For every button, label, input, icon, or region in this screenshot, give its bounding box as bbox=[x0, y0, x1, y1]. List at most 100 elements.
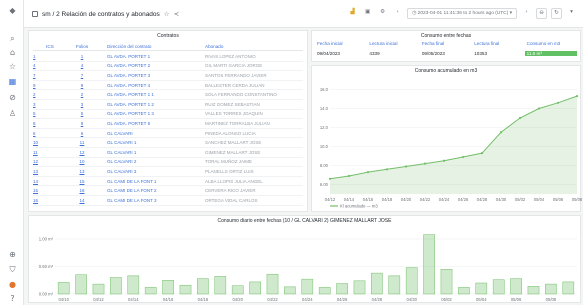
cell-sel[interactable]: 13 bbox=[33, 169, 43, 174]
chart-add-icon[interactable]: ▟ bbox=[347, 8, 359, 19]
col-direccion[interactable]: Dirección del contrato bbox=[107, 44, 205, 49]
cell-folio[interactable]: 3 bbox=[57, 102, 107, 107]
search-icon[interactable]: ⌕ bbox=[8, 34, 17, 43]
cell-direccion[interactable]: GL AVDA. PORTET 5 bbox=[107, 121, 205, 126]
data-point bbox=[328, 177, 332, 180]
cell-folio[interactable]: 8 bbox=[57, 121, 107, 126]
save-icon[interactable]: ▣ bbox=[362, 8, 374, 19]
cell-direccion[interactable]: GL CALVARI 2 bbox=[107, 159, 205, 164]
time-range-picker[interactable]: ◷ 2023-04-01 11:41:36 to 2 hours ago (UT… bbox=[407, 8, 517, 19]
cell-direccion[interactable]: GL CALVARI 1 bbox=[107, 150, 205, 155]
table-row[interactable]: 14 15 GL CAMI DE LA FONT 1 ALBA LLOPIS JULI… bbox=[33, 177, 303, 187]
cell-direccion[interactable]: GL AVDA. PORTET 4 bbox=[107, 83, 205, 88]
table-row[interactable]: 7 7 GL AVDA. PORTET 3 SANTOS FERRANDO JAVIE… bbox=[33, 71, 303, 81]
table-row[interactable]: 10 11 GL CALVARI 1 SANCHEZ MALLART JOSE bbox=[33, 138, 303, 148]
table-row[interactable]: 13 13 GL CALVARI 3 PLANELLS ORTIZ LUIS bbox=[33, 167, 303, 177]
grafana-logo-icon[interactable]: ◆ bbox=[8, 6, 17, 15]
cell-sel[interactable]: 9 bbox=[33, 83, 43, 88]
refresh-icon[interactable]: ↻ bbox=[551, 8, 562, 19]
table-row[interactable]: 2 2 GL AVDA. PORTET 1 1 SOLA FERRANDO CONST… bbox=[33, 90, 303, 100]
chevron-down-icon[interactable]: ▾ bbox=[566, 8, 577, 19]
cell-direccion[interactable]: GL AVDA. PORTET 1 2 bbox=[107, 102, 205, 107]
cell-folio[interactable]: 16 bbox=[57, 188, 107, 193]
cell-direccion[interactable]: GL AVDA. PORTET 1 bbox=[107, 54, 205, 59]
cell-folio[interactable]: 15 bbox=[57, 179, 107, 184]
cell-direccion[interactable]: GL AVDA. PORTET 1 3 bbox=[107, 111, 205, 116]
cell-sel[interactable]: 14 bbox=[33, 179, 43, 184]
table-row[interactable]: 12 10 GL CALVARI 2 TORAL MUÑOZ JAIME bbox=[33, 158, 303, 168]
dashboards-icon[interactable]: ▦ bbox=[8, 77, 17, 86]
cell-sel[interactable]: 11 bbox=[33, 150, 43, 155]
table-row[interactable]: 11 12 GL CALVARI 1 GIMENEZ MALLART JOSE bbox=[33, 148, 303, 158]
cell-direccion[interactable]: GL CALVARI 3 bbox=[107, 169, 205, 174]
dashboard-title[interactable]: sm / 2 Relación de contratos y abonados bbox=[42, 11, 160, 18]
x-tick-label: 05/08 bbox=[572, 197, 582, 202]
cell-sel[interactable]: 15 bbox=[33, 188, 43, 193]
share-icon[interactable]: ≺ bbox=[174, 10, 179, 18]
x-tick-label: 05/06 bbox=[553, 197, 564, 202]
cell-folio[interactable]: 1 bbox=[57, 54, 107, 59]
data-point bbox=[442, 159, 446, 162]
table-row[interactable]: 15 16 GL CAMI DE LA FONT 2 CERVERA RICO JAV… bbox=[33, 186, 303, 196]
cell-sel[interactable]: 3 bbox=[33, 102, 43, 107]
cell-direccion[interactable]: GL CAMI DE LA FONT 1 bbox=[107, 179, 205, 184]
plus-icon[interactable]: ⊕ bbox=[8, 250, 17, 259]
zoom-out-icon[interactable]: ⊖ bbox=[536, 8, 547, 19]
cell-folio[interactable]: 6 bbox=[57, 131, 107, 136]
table-row[interactable]: 4 4 GL AVDA. PORTET 2 GIL MARTI GARCIA JORG… bbox=[33, 62, 303, 72]
cell-sel[interactable]: 2 bbox=[33, 92, 43, 97]
cell-direccion[interactable]: GL AVDA. PORTET 1 1 bbox=[107, 92, 205, 97]
cell-folio[interactable]: 13 bbox=[57, 169, 107, 174]
cell-direccion[interactable]: GL CALVARI 1 bbox=[107, 140, 205, 145]
table-row[interactable]: 5 5 GL AVDA. PORTET 1 3 VALLES TORRES JOAQU… bbox=[33, 110, 303, 120]
cell-folio[interactable]: 5 bbox=[57, 111, 107, 116]
col-ics[interactable]: ICS bbox=[43, 44, 57, 49]
stat-value: 4339 bbox=[369, 51, 380, 56]
time-forward-icon[interactable]: › bbox=[521, 8, 532, 19]
cell-sel[interactable]: 12 bbox=[33, 159, 43, 164]
cell-sel[interactable]: 16 bbox=[33, 198, 43, 203]
explore-icon[interactable]: ⊘ bbox=[8, 93, 17, 102]
help-icon[interactable]: ? bbox=[8, 294, 17, 303]
cell-sel[interactable]: 5 bbox=[33, 111, 43, 116]
cell-direccion[interactable]: GL AVDA. PORTET 2 bbox=[107, 63, 205, 68]
time-range-label: 2023-04-01 11:41:36 to 2 hours ago (UTC) bbox=[417, 11, 509, 16]
cell-sel[interactable]: 10 bbox=[33, 140, 43, 145]
cell-folio[interactable]: 10 bbox=[57, 159, 107, 164]
cell-direccion[interactable]: GL CALVARI bbox=[107, 131, 205, 136]
settings-icon[interactable]: ⚙ bbox=[377, 8, 389, 19]
star-icon[interactable]: ☆ bbox=[8, 62, 17, 71]
cell-folio[interactable]: 12 bbox=[57, 150, 107, 155]
cell-direccion[interactable]: GL CAMI DE LA FONT 2 bbox=[107, 188, 205, 193]
col-abonado[interactable]: Abonado bbox=[205, 44, 303, 49]
cell-sel[interactable]: 7 bbox=[33, 73, 43, 78]
cell-folio[interactable]: 11 bbox=[57, 140, 107, 145]
table-row[interactable]: 9 9 GL AVDA. PORTET 4 BALLESTER CERDA JULIA… bbox=[33, 81, 303, 91]
cell-folio[interactable]: 2 bbox=[57, 92, 107, 97]
col-folios[interactable]: Folios bbox=[57, 44, 107, 49]
cell-direccion[interactable]: GL AVDA. PORTET 3 bbox=[107, 73, 205, 78]
home-icon[interactable]: ⌂ bbox=[8, 48, 17, 57]
toolbar: ▟ ▣ ⚙ ‹ ◷ 2023-04-01 11:41:36 to 2 hours… bbox=[347, 8, 577, 19]
alert-icon[interactable]: ♙ bbox=[8, 109, 17, 118]
cell-folio[interactable]: 9 bbox=[57, 83, 107, 88]
cell-direccion[interactable]: GL CAMI DE LA FONT 3 bbox=[107, 198, 205, 203]
x-tick-label: 05/02 bbox=[441, 297, 452, 302]
star-icon[interactable]: ☆ bbox=[164, 10, 170, 18]
cell-sel[interactable]: 8 bbox=[33, 121, 43, 126]
cell-sel[interactable]: 1 bbox=[33, 54, 43, 59]
table-row[interactable]: 3 3 GL AVDA. PORTET 1 2 RUIZ GOMEZ SEBASTIA… bbox=[33, 100, 303, 110]
shield-icon[interactable]: ⛉ bbox=[8, 265, 17, 274]
cell-sel[interactable]: 6 bbox=[33, 131, 43, 136]
table-row[interactable]: 6 6 GL CALVARI PINEDA ALONSO LUCIA bbox=[33, 129, 303, 139]
avatar[interactable]: ● bbox=[8, 280, 17, 289]
cell-folio[interactable]: 14 bbox=[57, 198, 107, 203]
table-row[interactable]: 1 1 GL AVDA. PORTET 1 RIVAS LOPEZ ANTONIO bbox=[33, 52, 303, 62]
cell-folio[interactable]: 4 bbox=[57, 63, 107, 68]
table-row[interactable]: 8 8 GL AVDA. PORTET 5 MARTINEZ TORRALBA JUL… bbox=[33, 119, 303, 129]
cell-sel[interactable]: 4 bbox=[33, 63, 43, 68]
x-tick-label: 04/24 bbox=[439, 197, 450, 202]
cell-folio[interactable]: 7 bbox=[57, 73, 107, 78]
time-back-icon[interactable]: ‹ bbox=[392, 8, 404, 19]
table-row[interactable]: 16 14 GL CAMI DE LA FONT 3 ORTEGA VIDAL CAR… bbox=[33, 196, 303, 206]
